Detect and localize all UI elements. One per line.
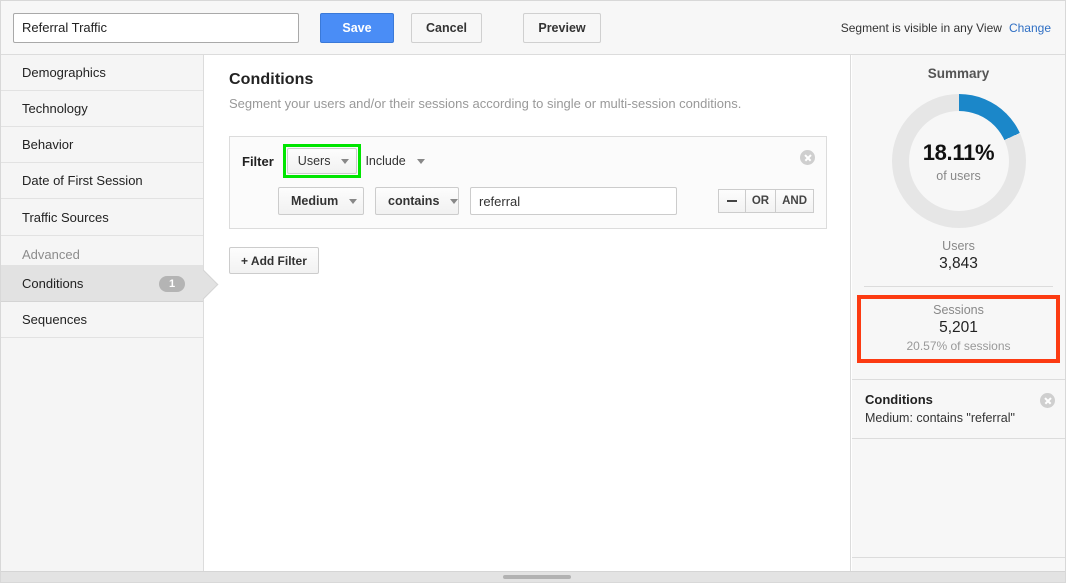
dimension-value: Medium	[291, 194, 339, 208]
users-donut-chart: 18.11% of users	[891, 94, 1026, 228]
segment-builder-window: Save Cancel Preview Segment is visible i…	[0, 0, 1066, 583]
filter-label: Filter	[242, 153, 274, 169]
conditions-summary-title: Conditions	[865, 392, 933, 407]
page-title: Conditions	[229, 71, 314, 88]
filter-scope-row: Filter Users Include	[242, 144, 815, 178]
sidebar-item-conditions[interactable]: Conditions 1	[1, 266, 219, 302]
sidebar-section-advanced: Advanced	[1, 236, 203, 266]
donut-center: 18.11% of users	[908, 111, 1009, 211]
sidebar-item-label: Behavior	[22, 137, 74, 152]
users-label: Users	[942, 239, 975, 253]
chevron-down-icon	[450, 198, 459, 204]
horizontal-scrollbar[interactable]	[1, 571, 1065, 582]
operator-select[interactable]: contains	[375, 187, 459, 215]
horizontal-scrollbar-thumb[interactable]	[503, 575, 571, 579]
sidebar-item-label: Traffic Sources	[22, 209, 109, 225]
or-button[interactable]: OR	[745, 189, 777, 213]
filter-inclusion-select[interactable]: Include	[361, 148, 431, 174]
sidebar-item-technology[interactable]: Technology	[1, 91, 203, 127]
change-visibility-link[interactable]: Change	[1009, 21, 1051, 35]
cancel-button[interactable]: Cancel	[411, 12, 482, 43]
donut-percent-label: 18.11%	[922, 139, 995, 165]
sessions-metric-highlighted: Sessions 5,201 20.57% of sessions	[857, 295, 1060, 363]
builder-body: Demographics Technology Behavior Date of…	[1, 55, 1065, 582]
sidebar-item-label: Sequences	[22, 312, 88, 327]
remove-conditions-summary-icon[interactable]	[1040, 393, 1055, 408]
operator-value: contains	[388, 194, 440, 208]
row-action-group: OR AND	[717, 189, 814, 213]
summary-empty-area	[852, 439, 1065, 558]
users-value: 3,843	[939, 255, 978, 272]
add-filter-button[interactable]: + Add Filter	[229, 247, 319, 274]
filter-condition-row: Medium contains OR AND	[242, 187, 814, 215]
sidebar-item-behavior[interactable]: Behavior	[1, 127, 203, 163]
sidebar-item-label: Conditions	[22, 276, 84, 291]
page-subtitle: Segment your users and/or their sessions…	[229, 96, 742, 111]
conditions-panel: Conditions Segment your users and/or the…	[205, 55, 851, 580]
filter-scope-select[interactable]: Users	[286, 148, 358, 174]
conditions-count-badge: 1	[159, 275, 185, 292]
sidebar: Demographics Technology Behavior Date of…	[1, 55, 219, 580]
conditions-summary-text: Medium: contains "referral"	[865, 411, 1015, 425]
filter-value-input[interactable]	[470, 187, 677, 215]
filter-card: Filter Users Include Medium contains ref…	[229, 136, 827, 229]
segment-name-input[interactable]	[13, 12, 299, 43]
sidebar-item-label: Date of First Session	[22, 173, 143, 188]
summary-panel: Summary 18.11% of users Users 3,843 Sess…	[852, 55, 1065, 580]
preview-button[interactable]: Preview	[523, 12, 601, 43]
sidebar-item-label: Technology	[22, 101, 88, 116]
sessions-value: 5,201	[939, 319, 978, 336]
users-metric: Users 3,843	[852, 228, 1065, 273]
sidebar-item-label: Demographics	[22, 65, 106, 80]
sessions-label: Sessions	[933, 303, 984, 317]
dimension-select[interactable]: Medium	[278, 187, 364, 215]
sidebar-item-demographics[interactable]: Demographics	[1, 55, 203, 91]
chevron-down-icon	[341, 158, 350, 164]
summary-divider	[864, 286, 1053, 287]
sidebar-item-sequences[interactable]: Sequences	[1, 302, 203, 338]
visibility-text: Segment is visible in any View	[840, 20, 1002, 35]
summary-title: Summary	[927, 66, 990, 81]
segment-visibility: Segment is visible in any View Change	[841, 21, 1053, 35]
remove-filter-icon[interactable]	[800, 150, 815, 165]
toolbar: Save Cancel Preview Segment is visible i…	[1, 1, 1065, 55]
minus-icon	[726, 200, 737, 202]
sidebar-item-traffic-sources[interactable]: Traffic Sources	[1, 199, 203, 236]
conditions-summary-card: Conditions Medium: contains "referral"	[852, 379, 1065, 439]
sidebar-item-date-of-first-session[interactable]: Date of First Session	[1, 163, 203, 199]
save-button[interactable]: Save	[320, 12, 394, 43]
filter-inclusion-value: Include	[365, 154, 406, 168]
chevron-down-icon	[416, 158, 425, 164]
sessions-note: 20.57% of sessions	[906, 339, 1011, 353]
sidebar-section-label: Advanced	[22, 247, 80, 262]
donut-sub-label: of users	[936, 168, 981, 183]
chevron-down-icon	[349, 198, 358, 204]
remove-condition-button[interactable]	[717, 189, 746, 213]
scope-highlight-box: Users	[282, 144, 362, 178]
and-button[interactable]: AND	[776, 189, 814, 213]
